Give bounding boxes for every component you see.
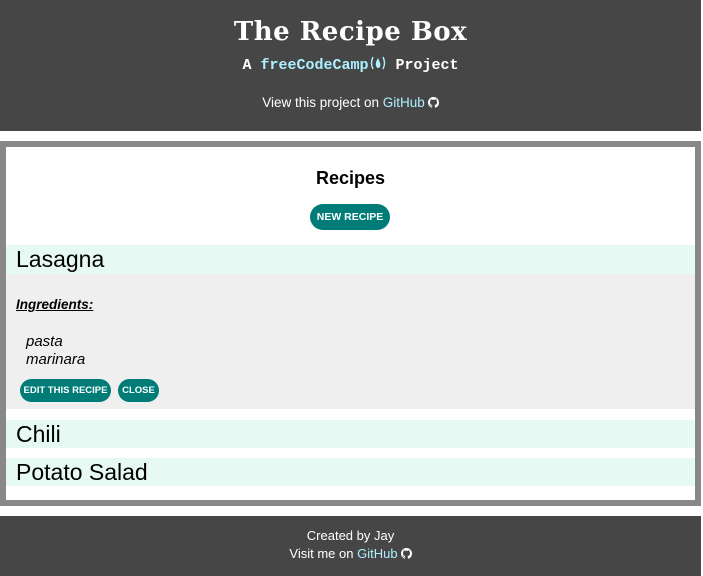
recipes-heading: Recipes (315, 168, 386, 188)
recipes-panel: Recipes NEW RECIPE Lasagna Ingredients: … (0, 141, 701, 506)
ingredients-label: Ingredients: (16, 297, 94, 312)
recipe-name: Chili (16, 420, 61, 447)
recipe-name: Potato Salad (16, 458, 148, 485)
view-project-text: View this project on (262, 95, 383, 110)
created-by-text: Created by Jay (306, 528, 395, 543)
app-title: The Recipe Box (233, 17, 468, 47)
new-recipe-button[interactable]: NEW RECIPE (310, 204, 390, 230)
visit-me-line: Visit me on GitHub (0, 546, 701, 561)
footer-github-link[interactable]: GitHub (357, 546, 397, 561)
github-icon[interactable] (400, 547, 412, 559)
recipe-item-potato-salad[interactable]: Potato Salad (6, 458, 695, 486)
ingredient-item: pasta (26, 333, 63, 350)
view-project-github-link[interactable]: GitHub (383, 95, 425, 110)
view-project-line: View this project on GitHub (0, 95, 701, 110)
recipe-name: Lasagna (16, 246, 105, 272)
github-icon[interactable] (427, 96, 439, 108)
close-recipe-button[interactable]: CLOSE (118, 379, 159, 402)
visit-me-text: Visit me on (289, 546, 358, 561)
freecodecamp-fire-icon[interactable] (369, 55, 387, 71)
recipe-item-chili[interactable]: Chili (6, 420, 695, 448)
subtitle-prefix: A (242, 57, 261, 74)
freecodecamp-link[interactable]: freeCodeCamp (260, 57, 368, 74)
page-footer: Created by Jay Visit me on GitHub (0, 516, 701, 576)
edit-recipe-button[interactable]: EDIT THIS RECIPE (20, 379, 111, 402)
recipe-item-lasagna[interactable]: Lasagna (6, 245, 695, 274)
page-header: The Recipe Box A freeCodeCamp Project Vi… (0, 0, 701, 131)
app-subtitle: A freeCodeCamp Project (0, 55, 701, 74)
recipe-details-lasagna: Ingredients: pasta marinara EDIT THIS RE… (6, 274, 695, 409)
ingredient-item: marinara (26, 351, 86, 368)
subtitle-suffix: Project (386, 57, 459, 74)
